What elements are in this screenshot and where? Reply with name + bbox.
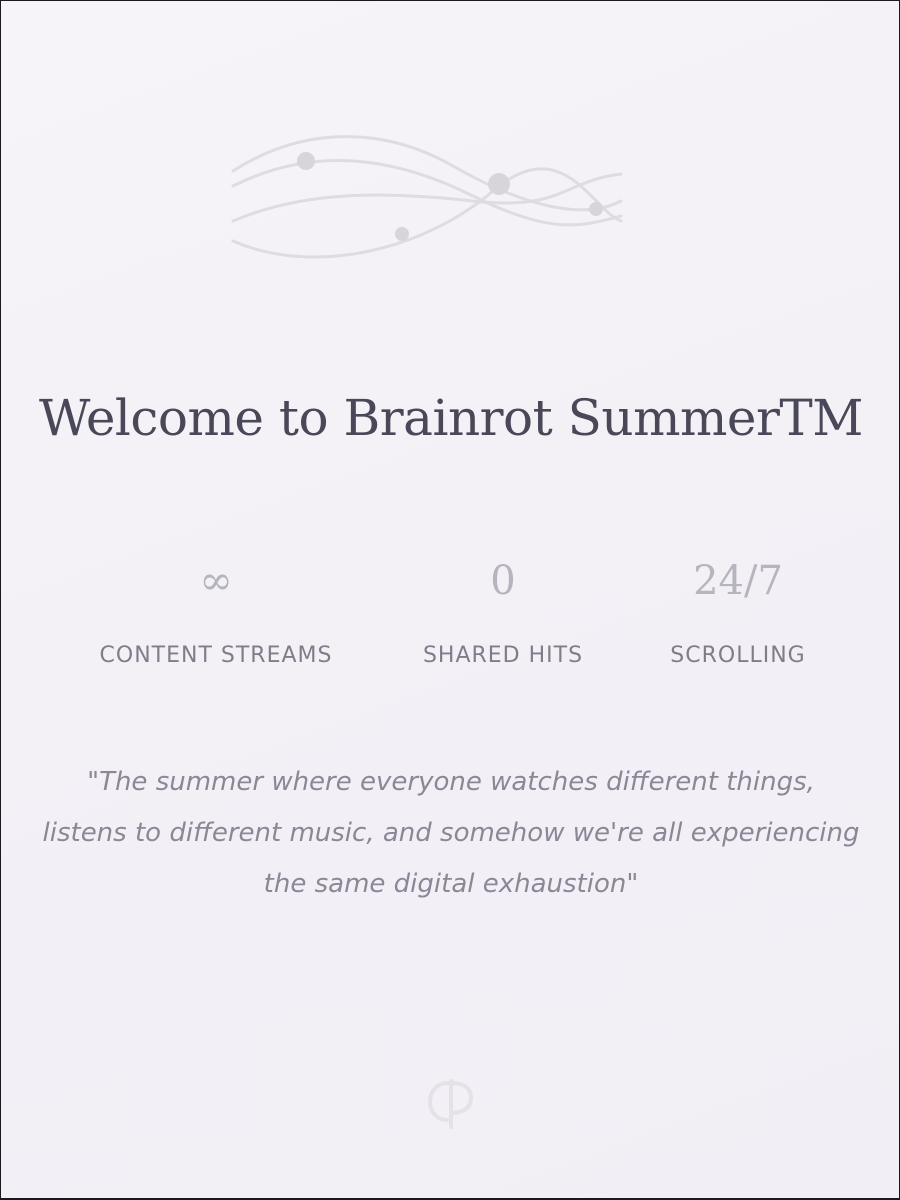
stat-value: ∞: [199, 558, 233, 604]
welcome-card: Welcome to Brainrot SummerTM ∞ CONTENT S…: [1, 1, 899, 1198]
stat-value: 24/7: [693, 558, 783, 604]
stat-content-streams: ∞ CONTENT STREAMS: [56, 557, 376, 669]
stat-label: CONTENT STREAMS: [99, 643, 333, 668]
stats-row: ∞ CONTENT STREAMS 0 SHARED HITS 24/7 SCR…: [1, 557, 899, 677]
monogram-logo-icon: [427, 1079, 474, 1129]
stat-scrolling: 24/7 SCROLLING: [623, 557, 853, 669]
quote-text: "The summer where everyone watches diffe…: [42, 767, 860, 899]
stat-value: 0: [490, 558, 516, 604]
wave-lines-icon: [231, 135, 623, 259]
stat-label: SHARED HITS: [422, 643, 584, 668]
page-title: Welcome to Brainrot SummerTM: [39, 389, 863, 447]
stat-label: SCROLLING: [670, 643, 806, 668]
stat-shared-hits: 0 SHARED HITS: [373, 557, 633, 669]
